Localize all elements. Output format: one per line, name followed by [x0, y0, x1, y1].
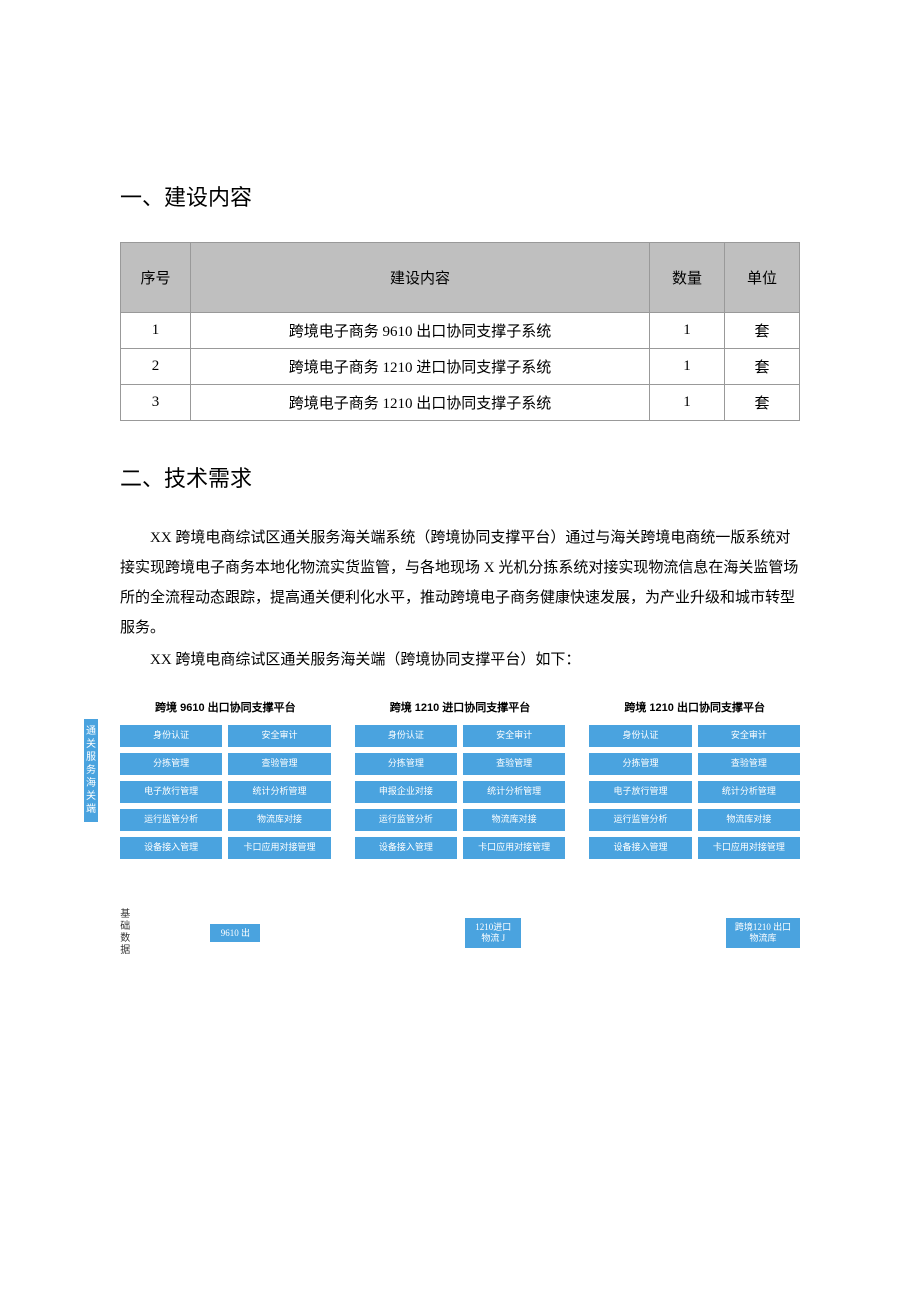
module-box: 统计分析管理: [228, 781, 330, 803]
table-row: 1 跨境电子商务 9610 出口协同支撑子系统 1 套: [121, 313, 800, 349]
th-content: 建设内容: [191, 243, 650, 313]
module-box: 统计分析管理: [698, 781, 800, 803]
platform-1210-import: 跨境 1210 进口协同支撑平台 身份认证 安全审计 分拣管理 查验管理 申报企…: [355, 699, 566, 859]
cell-content: 跨境电子商务 1210 进口协同支撑子系统: [191, 349, 650, 385]
platform-title: 跨境 1210 出口协同支撑平台: [589, 699, 800, 715]
module-box: 身份认证: [120, 725, 222, 747]
module-box: 分拣管理: [355, 753, 457, 775]
module-box: 安全审计: [698, 725, 800, 747]
module-box: 卡口应用对接管理: [463, 837, 565, 859]
db-box: 1210进口物流 J: [465, 918, 521, 948]
construction-table: 序号 建设内容 数量 单位 1 跨境电子商务 9610 出口协同支撑子系统 1 …: [120, 242, 800, 421]
module-box: 物流库对接: [228, 809, 330, 831]
module-box: 运行监管分析: [355, 809, 457, 831]
module-box: 卡口应用对接管理: [228, 837, 330, 859]
cell-seq: 2: [121, 349, 191, 385]
cell-seq: 3: [121, 385, 191, 421]
cell-qty: 1: [650, 313, 725, 349]
th-seq: 序号: [121, 243, 191, 313]
module-box: 电子放行管理: [120, 781, 222, 803]
database-row: 基础数据 9610 出 1210进口物流 J 跨境1210 出口物流库: [120, 909, 800, 957]
module-box: 分拣管理: [589, 753, 691, 775]
side-label-customs: 通关服务海关端: [84, 719, 98, 822]
module-box: 查验管理: [698, 753, 800, 775]
module-box: 分拣管理: [120, 753, 222, 775]
module-box: 运行监管分析: [589, 809, 691, 831]
db-box: 跨境1210 出口物流库: [726, 918, 800, 948]
platform-1210-export: 跨境 1210 出口协同支撑平台 身份认证 安全审计 分拣管理 查验管理 电子放…: [589, 699, 800, 859]
module-box: 设备接入管理: [355, 837, 457, 859]
cell-seq: 1: [121, 313, 191, 349]
platform-9610-export: 跨境 9610 出口协同支撑平台 身份认证 安全审计 分拣管理 查验管理 电子放…: [120, 699, 331, 859]
cell-qty: 1: [650, 385, 725, 421]
architecture-diagram: 通关服务海关端 跨境 9610 出口协同支撑平台 身份认证 安全审计 分拣管理 …: [120, 699, 800, 957]
module-box: 查验管理: [463, 753, 565, 775]
module-box: 电子放行管理: [589, 781, 691, 803]
heading-requirements: 二、技术需求: [120, 461, 800, 493]
module-box: 设备接入管理: [589, 837, 691, 859]
cell-content: 跨境电子商务 9610 出口协同支撑子系统: [191, 313, 650, 349]
table-row: 2 跨境电子商务 1210 进口协同支撑子系统 1 套: [121, 349, 800, 385]
side-label-base-data: 基础数据: [120, 909, 130, 957]
module-box: 卡口应用对接管理: [698, 837, 800, 859]
module-box: 身份认证: [589, 725, 691, 747]
cell-content: 跨境电子商务 1210 出口协同支撑子系统: [191, 385, 650, 421]
module-box: 安全审计: [228, 725, 330, 747]
paragraph-2: XX 跨境电商综试区通关服务海关端（跨境协同支撑平台）如下：: [120, 645, 800, 675]
module-box: 物流库对接: [463, 809, 565, 831]
th-qty: 数量: [650, 243, 725, 313]
module-box: 身份认证: [355, 725, 457, 747]
th-unit: 单位: [725, 243, 800, 313]
db-box: 9610 出: [210, 924, 260, 943]
table-row: 3 跨境电子商务 1210 出口协同支撑子系统 1 套: [121, 385, 800, 421]
cell-qty: 1: [650, 349, 725, 385]
module-box: 物流库对接: [698, 809, 800, 831]
module-box: 设备接入管理: [120, 837, 222, 859]
platform-title: 跨境 9610 出口协同支撑平台: [120, 699, 331, 715]
module-box: 查验管理: [228, 753, 330, 775]
module-box: 运行监管分析: [120, 809, 222, 831]
platform-title: 跨境 1210 进口协同支撑平台: [355, 699, 566, 715]
heading-construction: 一、建设内容: [120, 180, 800, 212]
cell-unit: 套: [725, 313, 800, 349]
module-box: 申报企业对接: [355, 781, 457, 803]
cell-unit: 套: [725, 349, 800, 385]
module-box: 安全审计: [463, 725, 565, 747]
cell-unit: 套: [725, 385, 800, 421]
paragraph-1: XX 跨境电商综试区通关服务海关端系统（跨境协同支撑平台）通过与海关跨境电商统一…: [120, 523, 800, 643]
module-box: 统计分析管理: [463, 781, 565, 803]
